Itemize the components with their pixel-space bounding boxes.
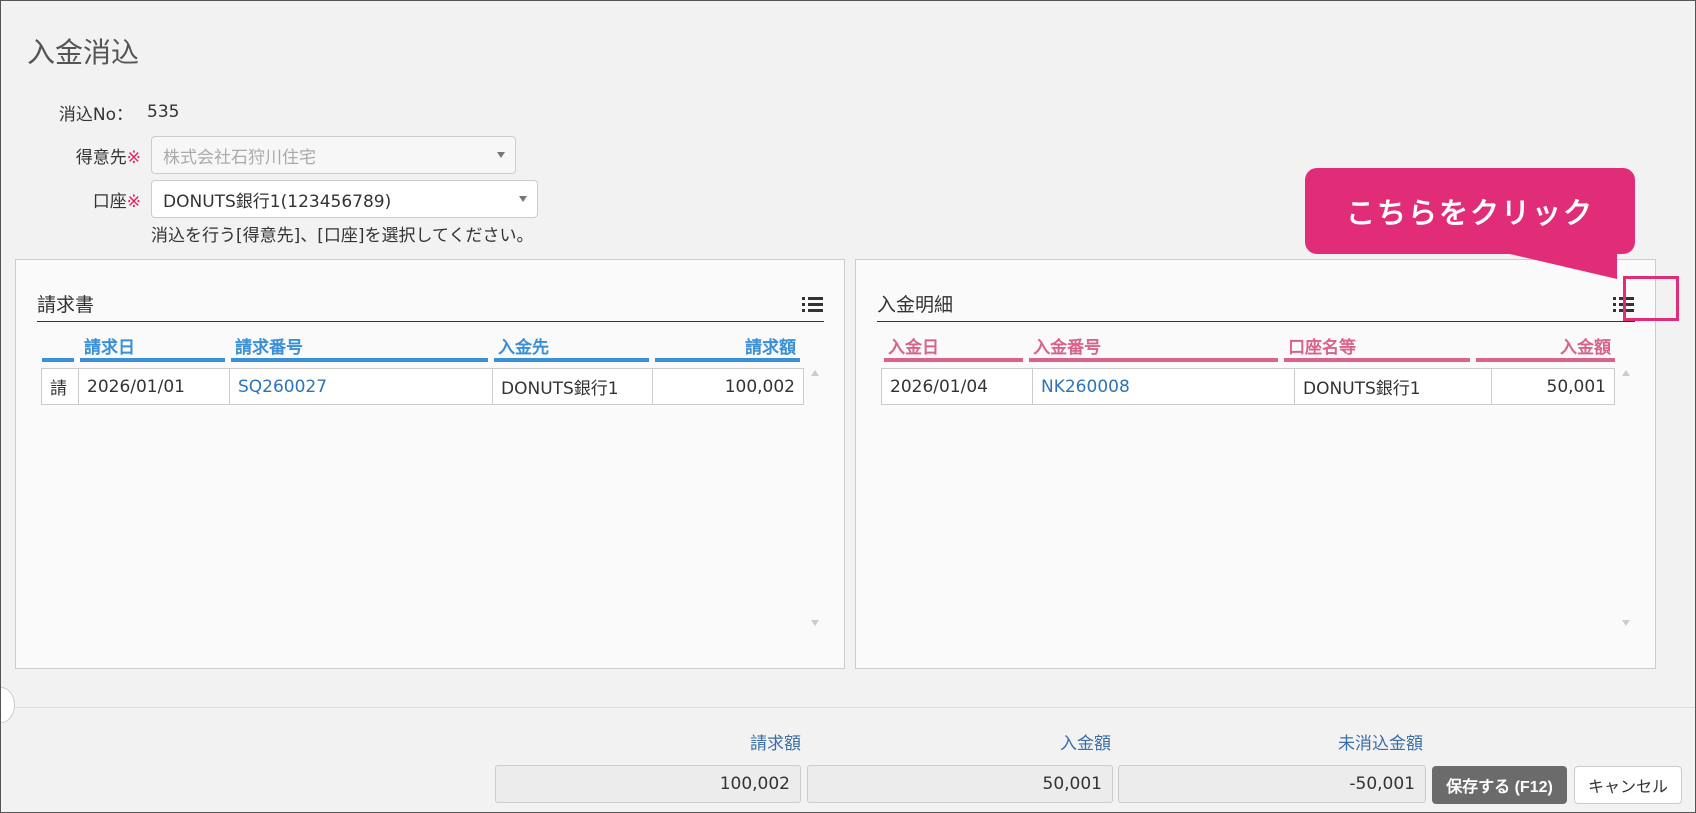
summary-invoice-label: 請求額 (750, 734, 801, 754)
customer-label-text: 得意先 (75, 147, 127, 168)
account-label: 口座※ (1, 187, 151, 212)
table-row[interactable]: 請 2026/01/01 SQ260027 DONUTS銀行1 100,002 (41, 368, 804, 405)
summary-deposit-value: 50,001 (807, 765, 1113, 803)
callout-tail (1497, 251, 1617, 279)
column-header-amount[interactable]: 入金額 (1475, 340, 1615, 362)
scroll-up-icon[interactable] (1622, 370, 1630, 376)
chevron-down-icon (497, 152, 505, 158)
row-amount: 100,002 (724, 376, 795, 397)
summary-deposit-label: 入金額 (1060, 734, 1111, 754)
account-select-value: DONUTS銀行1(123456789) (163, 191, 392, 212)
row-number-link[interactable]: SQ260027 (230, 369, 493, 404)
highlight-frame (1623, 276, 1679, 321)
chevron-down-icon (519, 196, 527, 202)
row-amount: 50,001 (1546, 376, 1606, 397)
cancel-button[interactable]: キャンセル (1574, 766, 1682, 804)
app-window: 入金消込 消込No： 535 得意先※ 株式会社石狩川住宅 口座※ DONUTS… (0, 0, 1696, 813)
row-mark: 請 (42, 369, 79, 404)
invoice-panel-header: 請求書 (37, 286, 824, 322)
required-mark: ※ (126, 191, 141, 212)
required-mark: ※ (126, 147, 141, 168)
account-label-text: 口座 (92, 191, 127, 212)
scroll-up-icon[interactable] (811, 370, 819, 376)
customer-select[interactable]: 株式会社石狩川住宅 (151, 136, 516, 174)
scrollbar[interactable] (808, 368, 822, 628)
table-row[interactable]: 2026/01/04 NK260008 DONUTS銀行1 50,001 (881, 368, 1615, 405)
invoice-panel-title: 請求書 (37, 294, 95, 316)
row-date: 2026/01/04 (882, 369, 1033, 404)
form-row-account: 口座※ DONUTS銀行1(123456789) (1, 180, 538, 218)
column-header-number[interactable]: 請求番号 (231, 340, 488, 362)
summary-unapplied-value: -50,001 (1118, 765, 1426, 803)
side-toggle[interactable] (1, 687, 15, 723)
save-button[interactable]: 保存する (F12) (1432, 766, 1567, 804)
footer-divider (1, 707, 1695, 708)
form-row-no: 消込No： 535 (1, 101, 180, 125)
deposit-panel: 入金明細 入金日 入金番号 口座名等 入金額 2026/01/04 NK2600… (855, 259, 1656, 669)
row-number-link[interactable]: NK260008 (1033, 369, 1295, 404)
deposit-panel-header: 入金明細 (877, 286, 1635, 322)
page-title: 入金消込 (27, 36, 140, 69)
row-date: 2026/01/01 (79, 369, 230, 404)
summary-unapplied-label: 未消込金額 (1338, 734, 1423, 754)
column-header-date[interactable]: 入金日 (884, 340, 1024, 362)
scrollbar[interactable] (1619, 368, 1633, 628)
form-hint: 消込を行う[得意先]、[口座]を選択してください。 (151, 226, 534, 246)
column-header-mark (42, 340, 74, 362)
form-row-customer: 得意先※ 株式会社石狩川住宅 (1, 136, 516, 174)
deposit-panel-title: 入金明細 (877, 294, 954, 316)
no-label: 消込No： (58, 104, 133, 125)
row-payee: DONUTS銀行1 (493, 369, 653, 404)
column-header-number[interactable]: 入金番号 (1029, 340, 1279, 362)
column-header-amount[interactable]: 請求額 (655, 340, 800, 362)
summary-invoice-value: 100,002 (495, 765, 801, 803)
no-value: 535 (147, 102, 180, 122)
invoice-column-headers: 請求日 請求番号 入金先 請求額 (42, 340, 804, 362)
customer-label: 得意先※ (1, 143, 151, 168)
invoice-panel: 請求書 請求日 請求番号 入金先 請求額 請 2026/01/01 SQ2600… (15, 259, 845, 669)
column-header-date[interactable]: 請求日 (80, 340, 225, 362)
list-icon[interactable] (802, 295, 824, 313)
scroll-down-icon[interactable] (811, 620, 819, 626)
customer-select-value: 株式会社石狩川住宅 (163, 147, 316, 168)
deposit-column-headers: 入金日 入金番号 口座名等 入金額 (884, 340, 1615, 362)
account-select[interactable]: DONUTS銀行1(123456789) (151, 180, 538, 218)
column-header-account[interactable]: 口座名等 (1284, 340, 1470, 362)
column-header-payee[interactable]: 入金先 (494, 340, 649, 362)
scroll-down-icon[interactable] (1622, 620, 1630, 626)
callout-bubble: こちらをクリック (1305, 168, 1635, 254)
row-account: DONUTS銀行1 (1295, 369, 1492, 404)
